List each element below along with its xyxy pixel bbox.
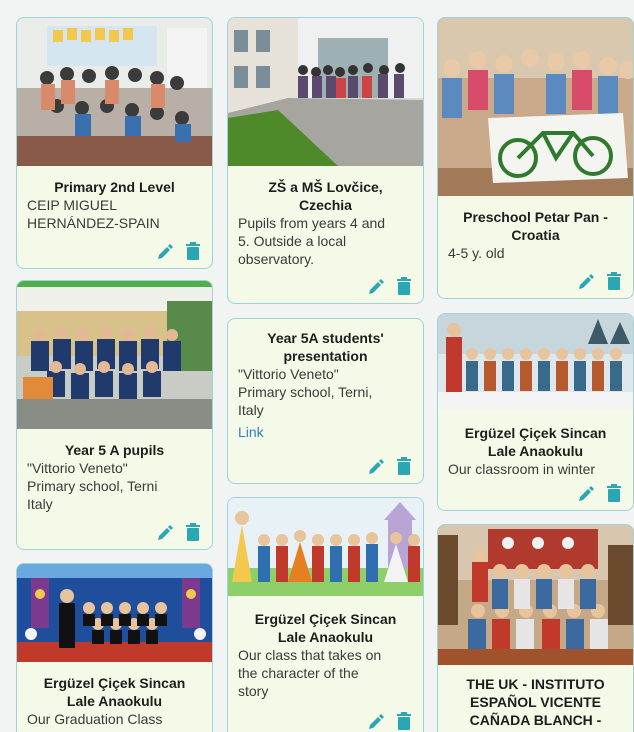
card-body-line: Our Graduation Class: [27, 711, 163, 727]
card-title: ESPAÑOL VICENTE: [470, 694, 601, 710]
class-illustration-story: [228, 498, 423, 596]
pencil-icon[interactable]: [577, 272, 595, 290]
card-body-line: HERNÁNDEZ-SPAIN: [27, 215, 160, 231]
card-erguzel-story-characters[interactable]: Ergüzel Çiçek Sincan Lale Anaokulu Our c…: [227, 497, 424, 732]
card-body-line: story: [238, 683, 269, 699]
pencil-icon[interactable]: [577, 484, 595, 502]
pencil-icon[interactable]: [156, 523, 174, 541]
card-title: Year 5A students': [267, 330, 384, 346]
pencil-icon[interactable]: [367, 712, 385, 730]
card-erguzel-classroom-winter[interactable]: Ergüzel Çiçek Sincan Lale Anaokulu Our c…: [437, 313, 634, 511]
class-photo-italy: [17, 281, 212, 429]
card-title: ZŠ a MŠ Lovčice,: [268, 179, 383, 195]
trash-icon[interactable]: [184, 523, 202, 541]
class-illustration-graduation: [17, 564, 212, 662]
card-body-line: Pupils from years 4 and: [238, 215, 386, 231]
card-title: Ergüzel Çiçek Sincan: [43, 675, 186, 691]
card-primary-2nd-level[interactable]: Primary 2nd Level CEIP MIGUEL HERNÁNDEZ-…: [16, 17, 213, 269]
card-title: Ergüzel Çiçek Sincan: [254, 611, 397, 627]
class-photo-croatia: [438, 18, 633, 196]
card-body-line: Primary school, Terni: [27, 478, 158, 494]
card-body-line: observatory.: [238, 251, 314, 267]
card-body-line: CEIP MIGUEL: [27, 197, 117, 213]
card-title: Year 5 A pupils: [64, 442, 165, 458]
card-body-line: 4-5 y. old: [448, 245, 505, 261]
card-title: Czechia: [299, 197, 352, 213]
trash-icon[interactable]: [605, 484, 623, 502]
card-erguzel-graduation[interactable]: Ergüzel Çiçek Sincan Lale Anaokulu Our G…: [16, 563, 213, 732]
trash-icon[interactable]: [395, 457, 413, 475]
class-photo-spain: [17, 18, 212, 166]
pencil-icon[interactable]: [367, 277, 385, 295]
card-title: Lale Anaokulu: [66, 693, 163, 709]
card-body-line: "Vittorio Veneto": [238, 366, 339, 382]
card-body-line: 5. Outside a local: [238, 233, 347, 249]
card-title: Lale Anaokulu: [487, 443, 584, 459]
card-title: Preschool Petar Pan -: [463, 209, 608, 225]
card-body-line: Italy: [27, 496, 53, 512]
card-title: CAÑADA BLANCH -: [469, 712, 602, 728]
card-title: Ergüzel Çiçek Sincan: [464, 425, 607, 441]
card-title: Primary 2nd Level: [54, 179, 175, 195]
card-title: Croatia: [511, 227, 560, 243]
trash-icon[interactable]: [605, 272, 623, 290]
card-year-5a-presentation[interactable]: Year 5A students' presentation "Vittorio…: [227, 318, 424, 484]
card-title: Lale Anaokulu: [277, 629, 374, 645]
card-title: presentation: [283, 348, 368, 364]
pencil-icon[interactable]: [156, 242, 174, 260]
card-body-line: the character of the: [238, 665, 359, 681]
class-photo-czechia: [228, 18, 423, 166]
card-body-line: Primary school, Terni,: [238, 384, 373, 400]
card-title: THE UK - INSTITUTO: [466, 676, 605, 692]
card-uk-instituto[interactable]: THE UK - INSTITUTO ESPAÑOL VICENTE CAÑAD…: [437, 524, 634, 732]
card-zs-lovcice[interactable]: ZŠ a MŠ Lovčice, Czechia Pupils from yea…: [227, 17, 424, 304]
card-preschool-petar-pan[interactable]: Preschool Petar Pan - Croatia 4-5 y. old: [437, 17, 634, 299]
card-body-line: Our class that takes on: [238, 647, 382, 663]
trash-icon[interactable]: [395, 712, 413, 730]
card-body-line: Our classroom in winter: [448, 461, 596, 477]
class-photo-uk: [438, 525, 633, 665]
card-link[interactable]: Link: [228, 423, 423, 441]
card-body-line: Italy: [238, 402, 264, 418]
card-year-5a-pupils[interactable]: Year 5 A pupils "Vittorio Veneto" Primar…: [16, 280, 213, 550]
card-body-line: "Vittorio Veneto": [27, 460, 128, 476]
class-illustration-winter: [438, 314, 633, 409]
trash-icon[interactable]: [395, 277, 413, 295]
pencil-icon[interactable]: [367, 457, 385, 475]
trash-icon[interactable]: [184, 242, 202, 260]
